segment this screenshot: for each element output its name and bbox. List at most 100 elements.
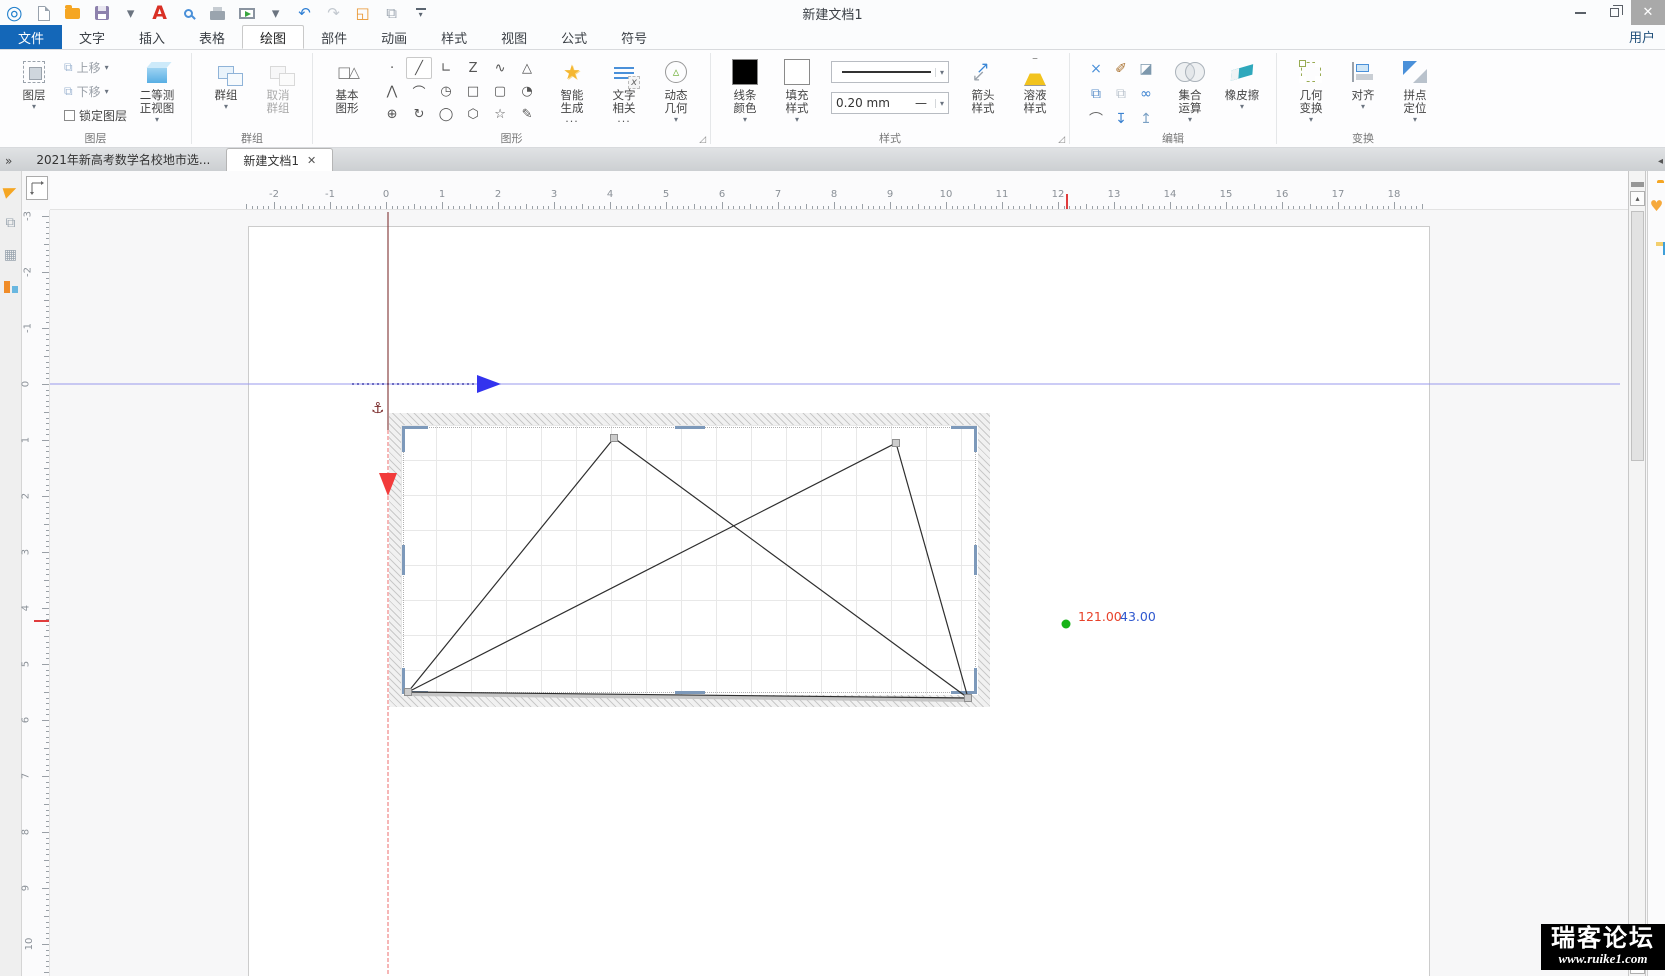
favorites-heart-icon[interactable]: ♥ xyxy=(1650,199,1663,214)
ruler-tick xyxy=(660,206,662,209)
shape-tool-3[interactable]: Z xyxy=(460,57,486,79)
ruler-tick xyxy=(1382,206,1384,209)
ruler-tick xyxy=(352,206,354,209)
shape-tool-13[interactable]: ↻ xyxy=(406,103,432,125)
shape-tool-0[interactable]: · xyxy=(379,57,405,79)
close-button[interactable]: ✕ xyxy=(1631,0,1665,25)
shape-tool-8[interactable]: ◷ xyxy=(433,80,459,102)
ruler-number: 4 xyxy=(20,604,32,612)
shape-tool-17[interactable]: ✎ xyxy=(514,103,540,125)
layer-button[interactable]: 图层 ▾ xyxy=(10,55,58,111)
knife-icon[interactable]: ✐ xyxy=(1109,57,1133,81)
ruler-tick xyxy=(632,206,634,209)
shape-tool-14[interactable]: ◯ xyxy=(433,103,459,125)
arrow-style-button[interactable]: 箭头样式 xyxy=(959,55,1007,115)
line-color-button[interactable]: 线条 颜色 ▾ xyxy=(721,55,769,124)
move-down-button[interactable]: ⧉ 下移 ▾ xyxy=(64,81,127,101)
vertical-scrollbar[interactable]: ▴ ▾ xyxy=(1628,171,1646,976)
dropdown-caret-icon: ▾ xyxy=(224,102,229,111)
horizontal-ruler[interactable]: -2 -1 0 1 2 3 4 5 6 7 8 9 10 11 12 13 14 15 16 17 18 xyxy=(50,171,1628,210)
tab-插入[interactable]: 插入 xyxy=(122,25,182,49)
tab-list-icon[interactable]: » xyxy=(0,154,20,171)
isometric-view-button[interactable]: 二等测 正视图 ▾ xyxy=(133,55,181,124)
tab-公式[interactable]: 公式 xyxy=(544,25,604,49)
ruler-tick xyxy=(46,675,49,677)
ruler-tick xyxy=(42,832,49,833)
solution-style-button[interactable]: 溶液 样式 xyxy=(1011,55,1059,115)
shape-tool-11[interactable]: ◔ xyxy=(514,80,540,102)
tab-绘图[interactable]: 绘图 xyxy=(242,25,305,49)
line-style-select[interactable]: ▾ xyxy=(831,61,950,83)
trim-icon[interactable]: × xyxy=(1084,57,1108,81)
move-up-button[interactable]: ⧉ 上移 ▾ xyxy=(64,57,127,77)
align-button[interactable]: 对齐 ▾ xyxy=(1339,55,1387,111)
tab-文字[interactable]: 文字 xyxy=(62,25,122,49)
checkbox[interactable] xyxy=(64,109,75,121)
text-related-button[interactable]: 文字相关... xyxy=(600,55,648,124)
send-plane-icon[interactable] xyxy=(2,183,19,199)
ruler-tick xyxy=(42,608,49,609)
fill-bucket-icon[interactable]: ◪ xyxy=(1134,57,1158,81)
tab-样式[interactable]: 样式 xyxy=(424,25,484,49)
set-operations-button[interactable]: 集合 运算 ▾ xyxy=(1166,55,1214,124)
eraser-button[interactable]: 橡皮擦 ▾ xyxy=(1218,55,1266,111)
dynamic-geometry-button[interactable]: ▵ 动态 几何 ▾ xyxy=(652,55,700,124)
shape-tool-1[interactable]: ╱ xyxy=(406,57,433,79)
ruler-tick xyxy=(285,206,287,209)
dialog-launcher-icon[interactable]: ◿ xyxy=(699,135,706,145)
scrollbar-thumb[interactable] xyxy=(1631,211,1644,461)
extract-up-icon[interactable]: ↥ xyxy=(1134,107,1158,131)
user-label[interactable]: 用户 xyxy=(1629,27,1655,49)
selection-bounding-box[interactable] xyxy=(402,426,977,694)
group-button[interactable]: 群组 ▾ xyxy=(202,55,250,111)
ruler-origin-icon[interactable] xyxy=(26,176,48,200)
line-width-select[interactable]: 0.20 mm — ▾ xyxy=(831,92,950,114)
shape-tool-15[interactable]: ⬡ xyxy=(460,103,486,125)
shape-tool-7[interactable]: ⌒ xyxy=(406,80,432,102)
grid-document-icon[interactable]: ▦ xyxy=(3,247,19,263)
shape-tool-4[interactable]: ∿ xyxy=(487,57,513,79)
shape-tool-5[interactable]: △ xyxy=(514,57,540,79)
link-icon[interactable]: ∞ xyxy=(1134,82,1158,106)
clone-icon[interactable]: ⧉ xyxy=(1084,82,1108,106)
tab-部件[interactable]: 部件 xyxy=(304,25,364,49)
tab-符号[interactable]: 符号 xyxy=(604,25,664,49)
basic-shapes-button[interactable]: □△ 基本 图形 xyxy=(323,55,371,115)
fill-style-button[interactable]: 填充 样式 ▾ xyxy=(773,55,821,124)
shape-tool-10[interactable]: ▢ xyxy=(487,80,513,102)
restore-button[interactable] xyxy=(1597,0,1631,25)
shape-tool-2[interactable]: ∟ xyxy=(433,57,459,79)
smart-generate-button[interactable]: ★ 智能 生成... xyxy=(548,55,596,124)
tab-视图[interactable]: 视图 xyxy=(484,25,544,49)
tab-file[interactable]: 文件 xyxy=(0,25,62,49)
tab-动画[interactable]: 动画 xyxy=(364,25,424,49)
bezier-icon[interactable]: ⌒ xyxy=(1084,107,1108,131)
close-tab-icon[interactable]: ✕ xyxy=(307,154,316,167)
shape-tool-6[interactable]: ⋀ xyxy=(379,80,405,102)
chart-icon[interactable] xyxy=(3,279,19,295)
lock-layer-checkbox[interactable]: 锁定图层 xyxy=(64,105,127,125)
minimize-button[interactable] xyxy=(1563,0,1597,25)
drawing-canvas[interactable]: ⚓ 121.00 43.00 xyxy=(50,210,1628,976)
geometric-transform-button[interactable]: 几何 变换 ▾ xyxy=(1287,55,1335,124)
tab-scroll-left-icon[interactable]: ◂ xyxy=(1658,156,1663,167)
document-tab-1[interactable]: 新建文档1 ✕ xyxy=(226,148,334,171)
merge-down-icon[interactable]: ↧ xyxy=(1109,107,1133,131)
shape-tool-9[interactable]: □ xyxy=(460,80,486,102)
dialog-launcher-icon[interactable]: ◿ xyxy=(1058,135,1065,145)
button-label: 样式 xyxy=(785,101,809,115)
shape-tool-12[interactable]: ⊕ xyxy=(379,103,405,125)
main-area: ⧉ ▦ -2 -1 0 1 2 3 4 5 6 7 8 9 10 11 12 13 14 15 16 17 18 -3-… xyxy=(0,171,1665,976)
copy-icon[interactable]: ⧉ xyxy=(1109,82,1133,106)
pages-icon[interactable]: ⧉ xyxy=(3,215,19,231)
shape-tool-16[interactable]: ☆ xyxy=(487,103,513,125)
ruler-tick xyxy=(738,206,740,209)
ruler-tick xyxy=(733,206,735,209)
tab-表格[interactable]: 表格 xyxy=(182,25,242,49)
document-tab-0[interactable]: 2021年新高考数学名校地市选... xyxy=(20,148,226,171)
ungroup-button[interactable]: 取消 群组 xyxy=(254,55,302,115)
vertical-ruler[interactable]: -3 -2 -1 0 1 2 3 4 5 6 7 8 9 10 xyxy=(20,210,50,976)
scrollbar-split-handle[interactable] xyxy=(1631,182,1644,187)
snap-positioning-button[interactable]: 拼点 定位 ▾ xyxy=(1391,55,1439,124)
scroll-up-button[interactable]: ▴ xyxy=(1630,191,1645,206)
